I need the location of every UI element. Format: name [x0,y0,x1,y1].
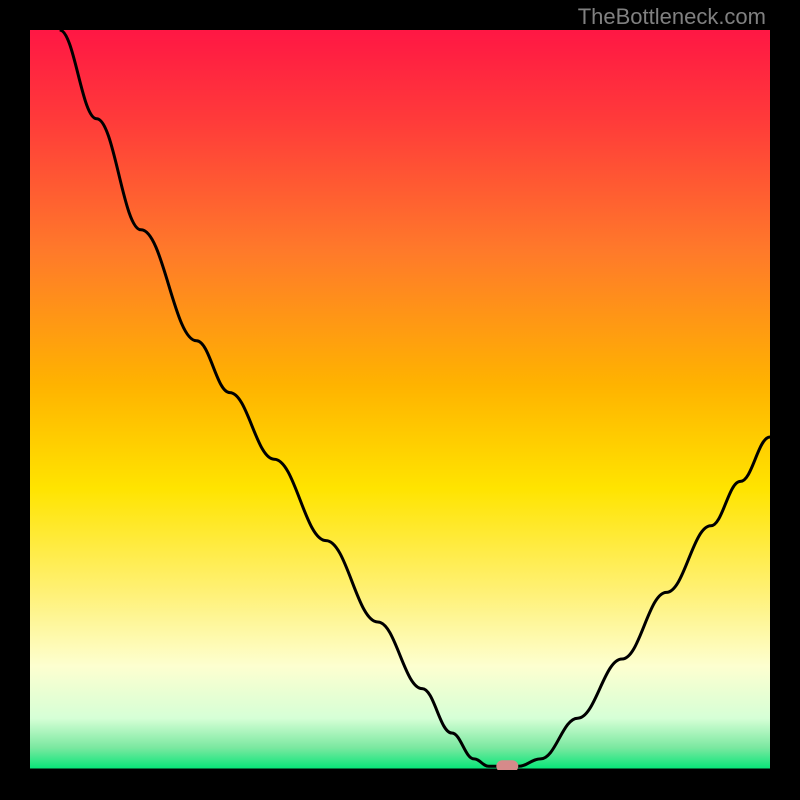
bottleneck-chart [30,30,770,770]
optimal-marker [496,760,518,770]
chart-frame [30,30,770,770]
watermark-text: TheBottleneck.com [578,4,766,30]
